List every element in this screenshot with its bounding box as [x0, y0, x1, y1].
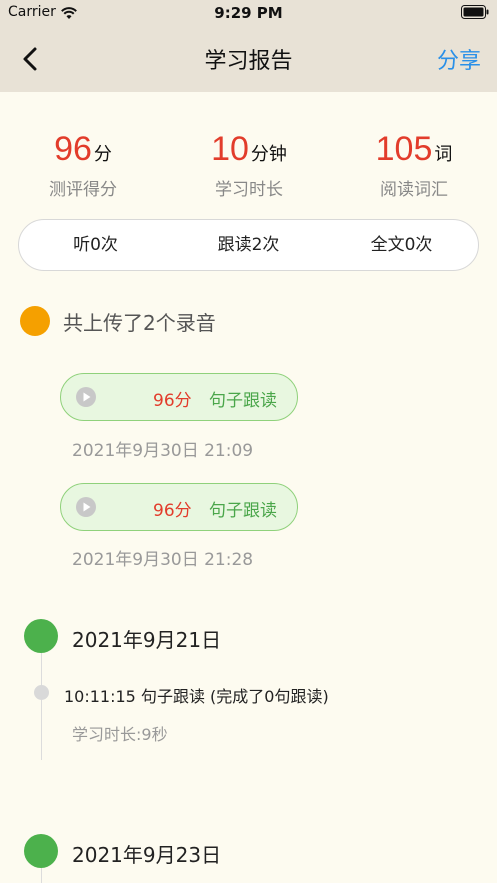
recording-play-button[interactable]: 96分 句子跟读 [60, 483, 298, 531]
stat-words-label: 阅读词汇 [380, 180, 448, 200]
play-icon [76, 387, 96, 407]
battery-icon [461, 5, 489, 19]
recording-play-button[interactable]: 96分 句子跟读 [60, 373, 298, 421]
timeline-entry: 10:11:15 句子跟读 (完成了0句跟读) [64, 687, 329, 706]
timeline-date: 2021年9月21日 [72, 628, 222, 652]
follow-read-count: 跟读2次 [217, 235, 280, 255]
recording-time: 2021年9月30日 21:28 [72, 550, 254, 570]
status-bar: Carrier 9:29 PM [0, 0, 497, 26]
stat-duration: 10 分钟 学习时长 [166, 127, 332, 200]
page-title: 学习报告 [204, 49, 293, 74]
stat-words: 105 词 阅读词汇 [331, 127, 497, 200]
uploads-dot [20, 306, 50, 336]
nav-bar: 学习报告 分享 [0, 26, 497, 92]
timeline-line [41, 650, 42, 760]
stat-score-value: 96 [54, 130, 92, 168]
stat-duration-label: 学习时长 [215, 180, 283, 200]
share-button[interactable]: 分享 [437, 43, 481, 75]
listen-count: 听0次 [73, 235, 118, 255]
recording-score: 96分 [153, 391, 192, 411]
timeline-day-dot [24, 834, 58, 868]
timeline-date: 2021年9月23日 [72, 843, 222, 867]
activity-counts: 听0次 跟读2次 全文0次 [18, 219, 479, 271]
stat-score-unit: 分 [93, 144, 112, 165]
status-time: 9:29 PM [214, 4, 283, 22]
timeline-entry-dot [34, 685, 49, 700]
recording-type: 句子跟读 [209, 391, 277, 411]
uploads-summary: 共上传了2个录音 [63, 311, 216, 335]
timeline-duration: 学习时长:9秒 [72, 725, 168, 744]
stat-duration-value: 10 [211, 130, 249, 168]
stat-words-unit: 词 [434, 144, 453, 165]
play-icon [76, 497, 96, 517]
stats-summary: 96 分 测评得分 10 分钟 学习时长 105 词 阅读词汇 [0, 127, 497, 207]
timeline-day-dot [24, 619, 58, 653]
stat-score: 96 分 测评得分 [0, 127, 166, 200]
timeline-line [41, 866, 42, 883]
recording-type: 句子跟读 [209, 501, 277, 521]
stat-words-value: 105 [375, 130, 433, 168]
full-text-count: 全文0次 [370, 235, 433, 255]
recording-score: 96分 [153, 501, 192, 521]
stat-score-label: 测评得分 [49, 180, 117, 200]
stat-duration-unit: 分钟 [250, 144, 287, 165]
recording-time: 2021年9月30日 21:09 [72, 441, 254, 461]
